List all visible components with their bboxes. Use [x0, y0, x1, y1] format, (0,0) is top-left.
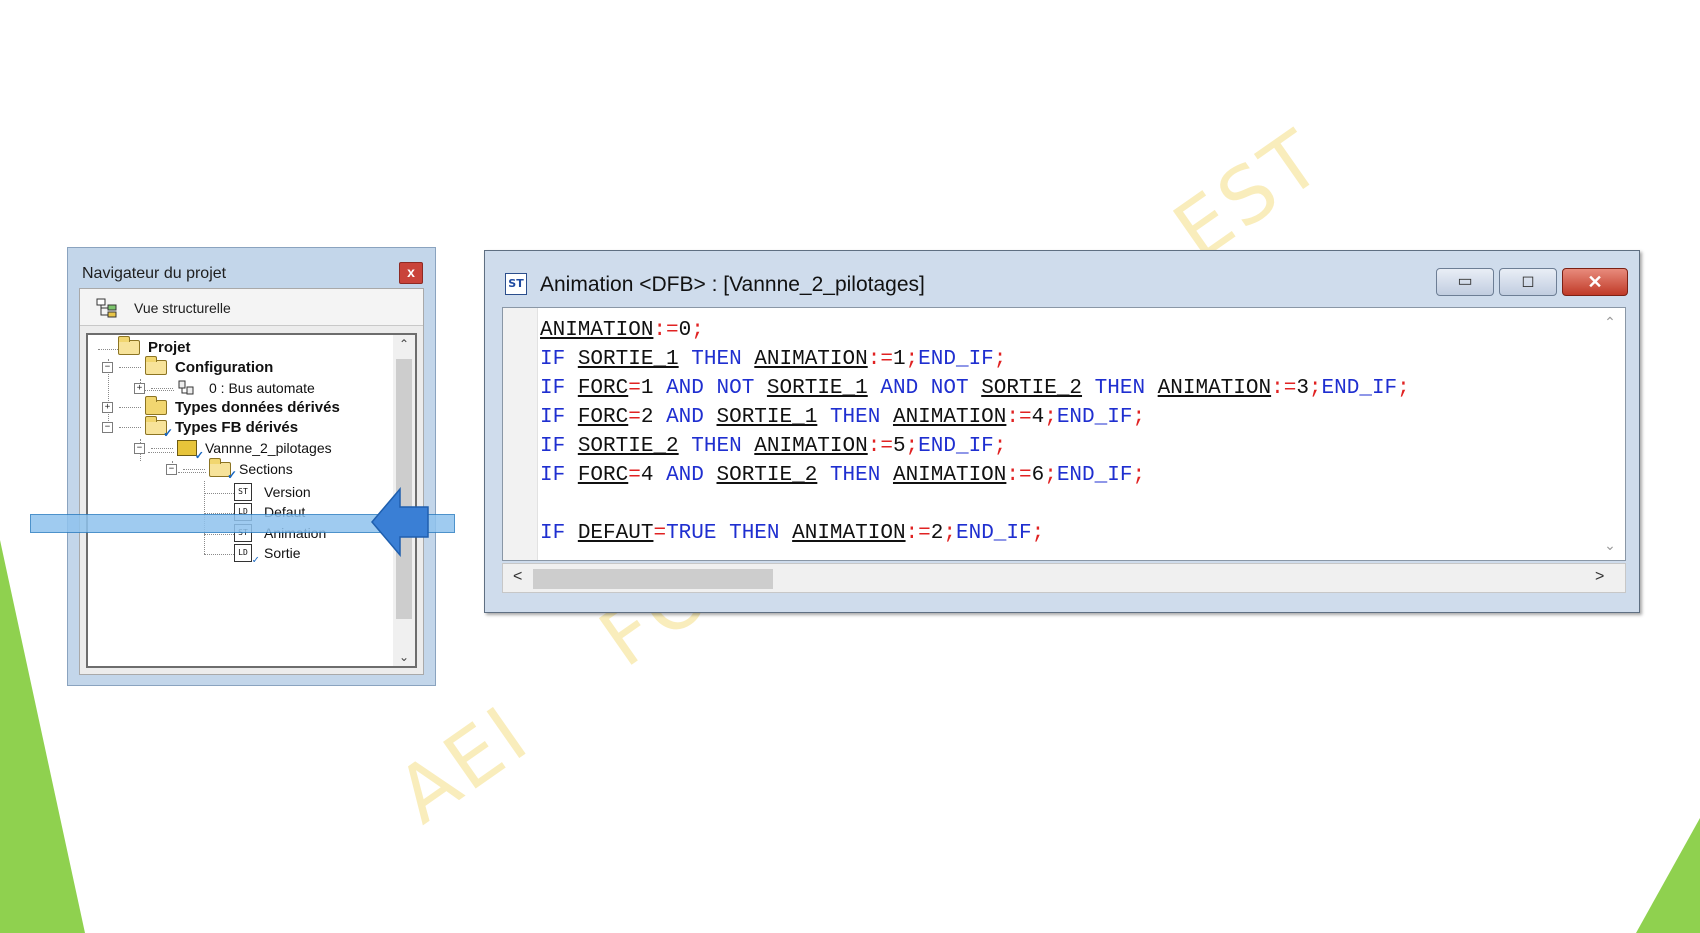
- scroll-thumb[interactable]: [533, 569, 773, 589]
- folder-icon: [118, 336, 140, 355]
- chevron-down-icon[interactable]: ⌄: [393, 650, 415, 664]
- code-lines[interactable]: ANIMATION:=0; IF SORTIE_1 THEN ANIMATION:…: [540, 316, 1410, 548]
- tree-label: Types données dérivés: [175, 399, 340, 416]
- tree-label: Sortie: [264, 545, 301, 561]
- code-line[interactable]: ANIMATION:=0;: [540, 316, 1410, 345]
- navigator-body: Vue structurelle Projet − Configuration …: [79, 288, 424, 675]
- section-icon: ST: [234, 483, 252, 501]
- collapse-toggle[interactable]: −: [102, 362, 113, 373]
- maximize-icon[interactable]: ◻: [1499, 268, 1557, 296]
- editor-horizontal-scrollbar[interactable]: < >: [502, 563, 1626, 593]
- structure-view-icon: [96, 298, 117, 318]
- editor-vertical-scrollbar[interactable]: ⌃ ⌄: [1595, 308, 1625, 560]
- code-line[interactable]: IF SORTIE_1 THEN ANIMATION:=1;END_IF;: [540, 345, 1410, 374]
- folder-icon: ✓: [145, 416, 173, 440]
- tree-node-bus[interactable]: + 0 : Bus automate: [134, 379, 315, 397]
- chevron-left-icon[interactable]: <: [513, 568, 522, 586]
- arrow-icon: [371, 487, 429, 557]
- tree-label: 0 : Bus automate: [209, 380, 315, 396]
- st-editor-window: ST Animation <DFB> : [Vannne_2_pilotages…: [484, 250, 1640, 613]
- collapse-toggle[interactable]: −: [166, 463, 177, 475]
- close-icon[interactable]: x: [399, 262, 423, 284]
- tree-node-derived-data-types[interactable]: + Types données dérivés: [102, 396, 340, 416]
- code-line[interactable]: IF FORC=1 AND NOT SORTIE_1 AND NOT SORTI…: [540, 374, 1410, 403]
- tree-label: Projet: [148, 339, 191, 356]
- tree-node-section-sortie[interactable]: LD ✓ Sortie: [234, 544, 301, 566]
- view-label: Vue structurelle: [134, 300, 231, 316]
- expand-toggle[interactable]: +: [102, 402, 113, 413]
- tree-label: Sections: [239, 461, 293, 477]
- folder-icon: ✓: [209, 457, 237, 482]
- tree-node-configuration[interactable]: − Configuration: [102, 356, 274, 376]
- chevron-right-icon[interactable]: >: [1595, 568, 1604, 586]
- editor-titlebar[interactable]: ST Animation <DFB> : [Vannne_2_pilotages…: [485, 251, 1639, 307]
- tree-node-sections[interactable]: − ✓ Sections: [166, 457, 293, 482]
- view-selector[interactable]: Vue structurelle: [80, 289, 423, 326]
- tree-node-derived-fb-types[interactable]: − ✓ Types FB dérivés: [102, 416, 299, 440]
- tree-node-section-version[interactable]: ST Version: [234, 483, 311, 501]
- close-icon[interactable]: ✕: [1562, 268, 1628, 296]
- project-tree: Projet − Configuration + 0 : Bus automat…: [86, 333, 417, 668]
- code-line[interactable]: [540, 490, 1410, 519]
- collapse-toggle[interactable]: −: [134, 442, 145, 454]
- chevron-up-icon[interactable]: ⌃: [1595, 314, 1625, 331]
- minimize-icon[interactable]: ▭: [1436, 268, 1494, 296]
- collapse-toggle[interactable]: −: [102, 422, 113, 433]
- folder-icon: [145, 356, 167, 375]
- tree-node-project[interactable]: Projet: [118, 336, 191, 356]
- project-navigator-panel: Navigateur du projet x Vue structurelle: [67, 247, 436, 686]
- code-line[interactable]: IF DEFAUT=TRUE THEN ANIMATION:=2;END_IF;: [540, 519, 1410, 548]
- tree-label: Configuration: [175, 359, 274, 376]
- navigator-header: Navigateur du projet x: [68, 248, 435, 284]
- slide-accent-right: [1636, 818, 1700, 933]
- editor-title: Animation <DFB> : [Vannne_2_pilotages]: [540, 273, 925, 296]
- tree-node-fb-instance[interactable]: − ✓ Vannne_2_pilotages: [134, 440, 332, 462]
- expand-toggle[interactable]: +: [134, 382, 145, 394]
- chevron-down-icon[interactable]: ⌄: [1595, 537, 1625, 554]
- fb-icon: ✓: [177, 440, 204, 462]
- folder-icon: [145, 396, 167, 415]
- code-editor[interactable]: ANIMATION:=0; IF SORTIE_1 THEN ANIMATION:…: [502, 307, 1626, 561]
- tree-label: Version: [264, 484, 311, 500]
- chevron-up-icon[interactable]: ⌃: [393, 337, 415, 351]
- tree-label: Vannne_2_pilotages: [205, 440, 332, 456]
- bus-icon: [178, 380, 194, 395]
- navigator-title: Navigateur du projet: [82, 265, 227, 282]
- section-icon: LD ✓: [234, 544, 259, 566]
- code-line[interactable]: IF SORTIE_2 THEN ANIMATION:=5;END_IF;: [540, 432, 1410, 461]
- editor-gutter: [503, 308, 538, 560]
- tree-label: Types FB dérivés: [175, 419, 299, 436]
- watermark-bottom: AEI: [381, 688, 547, 842]
- st-icon: ST: [505, 273, 527, 295]
- code-line[interactable]: IF FORC=4 AND SORTIE_2 THEN ANIMATION:=6…: [540, 461, 1410, 490]
- code-line[interactable]: IF FORC=2 AND SORTIE_1 THEN ANIMATION:=4…: [540, 403, 1410, 432]
